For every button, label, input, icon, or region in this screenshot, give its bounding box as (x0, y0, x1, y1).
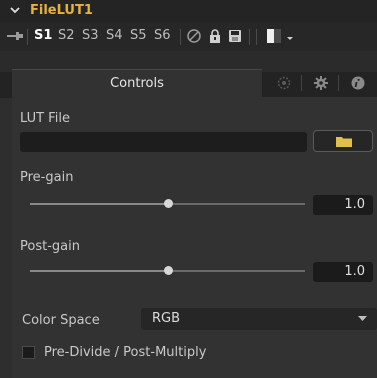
slot-s6[interactable]: S6 (154, 27, 171, 45)
color-space-value: RGB (152, 311, 181, 326)
tab-divider (338, 75, 339, 91)
slot-s4[interactable]: S4 (106, 27, 123, 45)
post-gain-slider-handle[interactable] (163, 266, 173, 275)
info-icon[interactable] (350, 75, 366, 91)
tool-header[interactable]: FileLUT1 (0, 0, 377, 22)
pre-gain-label: Pre-gain (20, 170, 74, 185)
pre-gain-value-input[interactable]: 1.0 (313, 195, 373, 215)
inspector-panel: FileLUT1 S1 S2 S3 S4 S5 S6 Controls LUT … (0, 0, 377, 378)
color-swatch-icon[interactable] (266, 28, 282, 44)
tab-controls[interactable]: Controls (12, 69, 262, 97)
toolbar-divider (27, 29, 28, 45)
post-gain-value-input[interactable]: 1.0 (313, 262, 373, 282)
chevron-down-icon (358, 316, 367, 321)
tool-toolbar: S1 S2 S3 S4 S5 S6 (0, 22, 377, 52)
tool-title: FileLUT1 (30, 3, 93, 18)
color-space-dropdown[interactable]: RGB (141, 308, 377, 330)
pre-gain-slider-handle[interactable] (163, 199, 173, 208)
tab-divider (301, 75, 302, 91)
chevron-down-icon[interactable] (9, 4, 21, 16)
lut-file-path-input[interactable] (20, 132, 307, 152)
lut-file-label: LUT File (20, 111, 70, 126)
toolbar-divider (180, 29, 181, 45)
disable-icon[interactable] (186, 28, 202, 44)
slot-s3[interactable]: S3 (82, 27, 99, 45)
gear-icon[interactable] (313, 75, 329, 91)
post-gain-slider-fill (30, 270, 168, 272)
pre-gain-slider[interactable] (30, 199, 305, 208)
slot-s1[interactable]: S1 (34, 27, 52, 45)
post-gain-slider[interactable] (30, 266, 305, 275)
save-icon[interactable] (227, 28, 243, 44)
slot-s5[interactable]: S5 (130, 27, 147, 45)
post-gain-label: Post-gain (20, 239, 80, 254)
pre-divide-checkbox[interactable] (22, 346, 35, 359)
slot-s2[interactable]: S2 (58, 27, 75, 45)
toolbar-divider (256, 29, 257, 45)
mask-icon[interactable] (276, 75, 292, 91)
browse-button[interactable] (313, 130, 373, 152)
pre-gain-slider-fill (30, 203, 168, 205)
toolbar-divider (249, 29, 250, 45)
dropdown-arrow-icon[interactable] (283, 28, 299, 44)
lock-icon[interactable] (207, 28, 223, 44)
folder-icon (336, 137, 352, 147)
pre-divide-label: Pre-Divide / Post-Multiply (44, 345, 207, 360)
pin-icon[interactable] (7, 30, 23, 42)
color-space-label: Color Space (22, 313, 100, 328)
